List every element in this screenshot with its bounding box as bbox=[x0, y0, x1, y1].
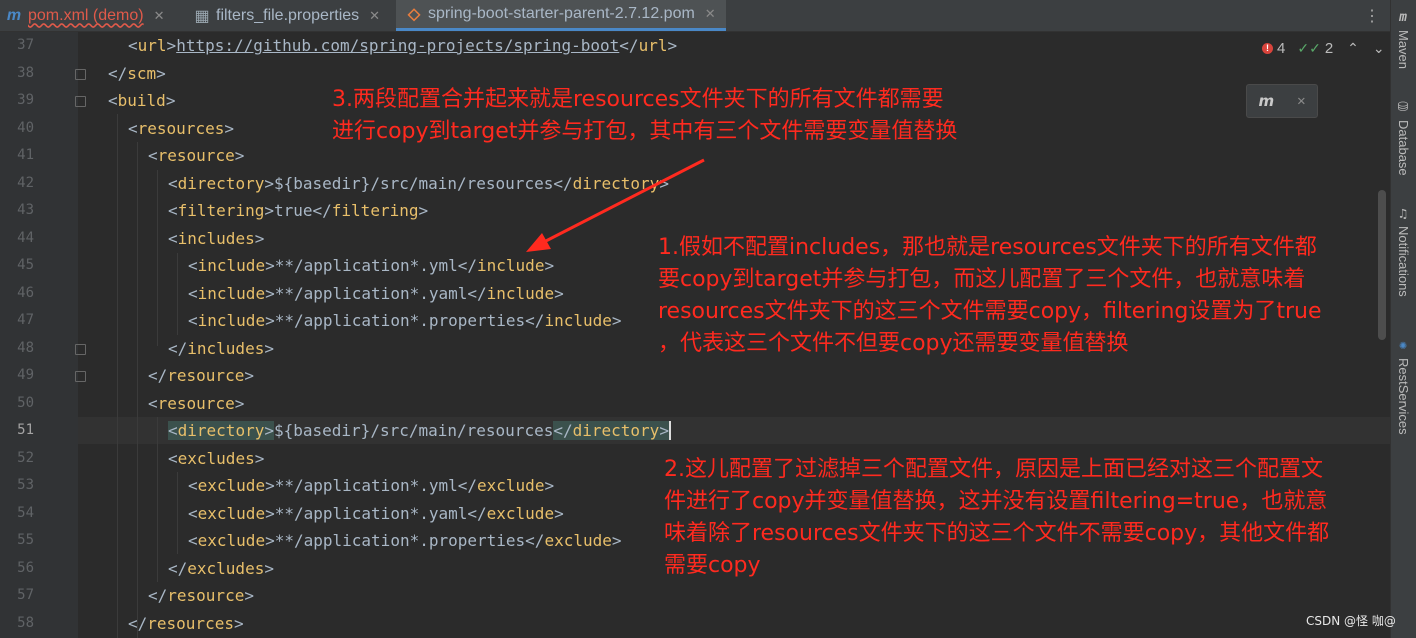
rest-services-tool-button[interactable]: RestServices bbox=[1396, 358, 1411, 435]
maven-icon: m bbox=[1399, 9, 1407, 25]
bell-icon: ♫ bbox=[1399, 206, 1407, 222]
error-icon: ! bbox=[1262, 43, 1273, 54]
inspection-widget[interactable]: ! 4 ✓✓ 2 ⌃ ⌄ bbox=[1262, 40, 1385, 57]
editor-scrollbar[interactable] bbox=[1378, 190, 1386, 340]
database-icon: ⛁ bbox=[1397, 99, 1409, 115]
error-count: 4 bbox=[1277, 40, 1286, 57]
maven-reload-popup: m ✕ bbox=[1246, 84, 1318, 118]
maven-tool-button[interactable]: Maven bbox=[1396, 30, 1411, 69]
close-icon[interactable]: ✕ bbox=[1297, 93, 1305, 109]
watermark: CSDN @怪 咖@ bbox=[1306, 614, 1396, 628]
notifications-tool-button[interactable]: Notifications bbox=[1396, 226, 1411, 297]
annotation-2: 2.这儿配置了过滤掉三个配置文件，原因是上面已经对这三个配置文 件进行了copy… bbox=[664, 457, 1330, 578]
annotation-3: 3.两段配置合并起来就是resources文件夹下的所有文件都需要 进行copy… bbox=[332, 87, 958, 144]
database-tool-button[interactable]: Database bbox=[1396, 120, 1411, 176]
rest-services-icon: ✺ bbox=[1399, 337, 1407, 353]
right-tool-strip bbox=[1390, 0, 1416, 638]
warning-icon: ✓✓ bbox=[1297, 40, 1321, 56]
annotation-1: 1.假如不配置includes，那也就是resources文件夹下的所有文件都 … bbox=[658, 235, 1322, 356]
chevron-down-icon[interactable]: ⌄ bbox=[1373, 40, 1385, 57]
maven-reload-icon[interactable]: m bbox=[1258, 92, 1274, 110]
chevron-up-icon[interactable]: ⌃ bbox=[1347, 40, 1359, 57]
warning-count: 2 bbox=[1324, 40, 1334, 57]
